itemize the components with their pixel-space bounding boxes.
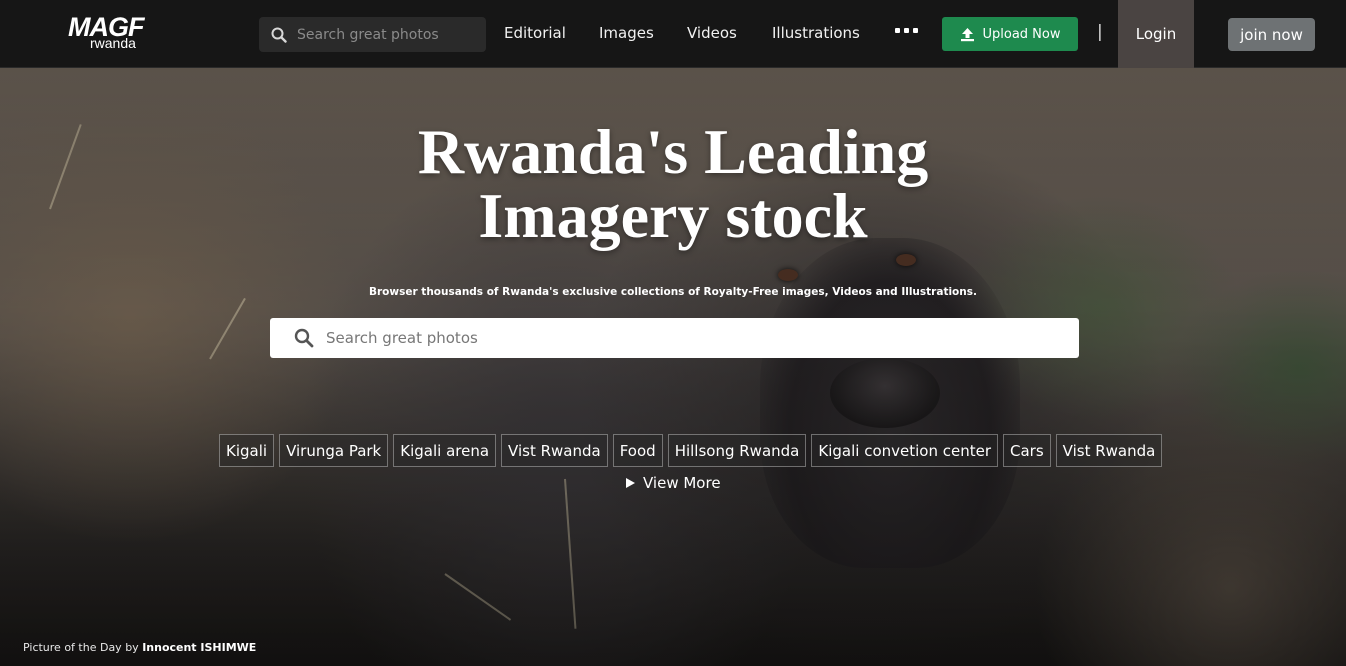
nav-link-images[interactable]: Images [599,24,654,42]
nav-search-box [259,17,486,52]
tag-hillsong-rwanda[interactable]: Hillsong Rwanda [667,434,807,467]
nav-search-input[interactable] [297,26,477,43]
hero-headline-line2: Imagery stock [478,180,868,251]
popular-tags: Kigali Virunga Park Kigali arena Vist Rw… [219,434,1163,467]
picture-of-the-day-credit: Picture of the Day by Innocent ISHIMWE [23,641,256,654]
login-label: Login [1135,25,1177,43]
tag-kigali[interactable]: Kigali [219,434,275,467]
tag-vist-rwanda-2[interactable]: Vist Rwanda [1055,434,1163,467]
hero-search-box [270,318,1079,358]
credit-author[interactable]: Innocent ISHIMWE [142,641,256,654]
upload-now-button[interactable]: Upload Now [942,17,1078,51]
tag-virunga-park[interactable]: Virunga Park [279,434,389,467]
upload-now-label: Upload Now [982,26,1061,42]
view-more-link[interactable]: View More [626,474,721,492]
login-button[interactable]: Login [1118,0,1194,68]
nav-separator: | [1097,22,1103,42]
hero-headline: Rwanda's Leading Imagery stock [0,120,1346,248]
logo-subtext: rwanda [90,35,136,51]
hero-search-input[interactable] [326,329,1026,347]
join-now-label: join now [1240,25,1303,44]
view-more-label: View More [643,474,721,492]
upload-icon [960,27,974,41]
search-icon [271,27,287,43]
site-logo[interactable]: MAGF rwanda [68,12,168,54]
join-now-button[interactable]: join now [1228,18,1315,51]
nav-link-illustrations[interactable]: Illustrations [772,24,860,42]
hero-headline-line1: Rwanda's Leading [417,116,929,187]
tag-kigali-convetion-center[interactable]: Kigali convetion center [811,434,998,467]
nav-link-videos[interactable]: Videos [687,24,737,42]
tag-vist-rwanda[interactable]: Vist Rwanda [501,434,608,467]
nav-link-editorial[interactable]: Editorial [504,24,566,42]
tag-kigali-arena[interactable]: Kigali arena [393,434,497,467]
tag-food[interactable]: Food [612,434,663,467]
play-triangle-icon [626,478,635,488]
search-icon [294,328,314,348]
tag-cars[interactable]: Cars [1003,434,1051,467]
top-navbar: MAGF rwanda Editorial Images Videos Illu… [0,0,1346,68]
ellipsis-icon[interactable] [895,28,918,33]
credit-prefix: Picture of the Day by [23,641,139,654]
hero-subtitle: Browser thousands of Rwanda's exclusive … [369,286,977,298]
